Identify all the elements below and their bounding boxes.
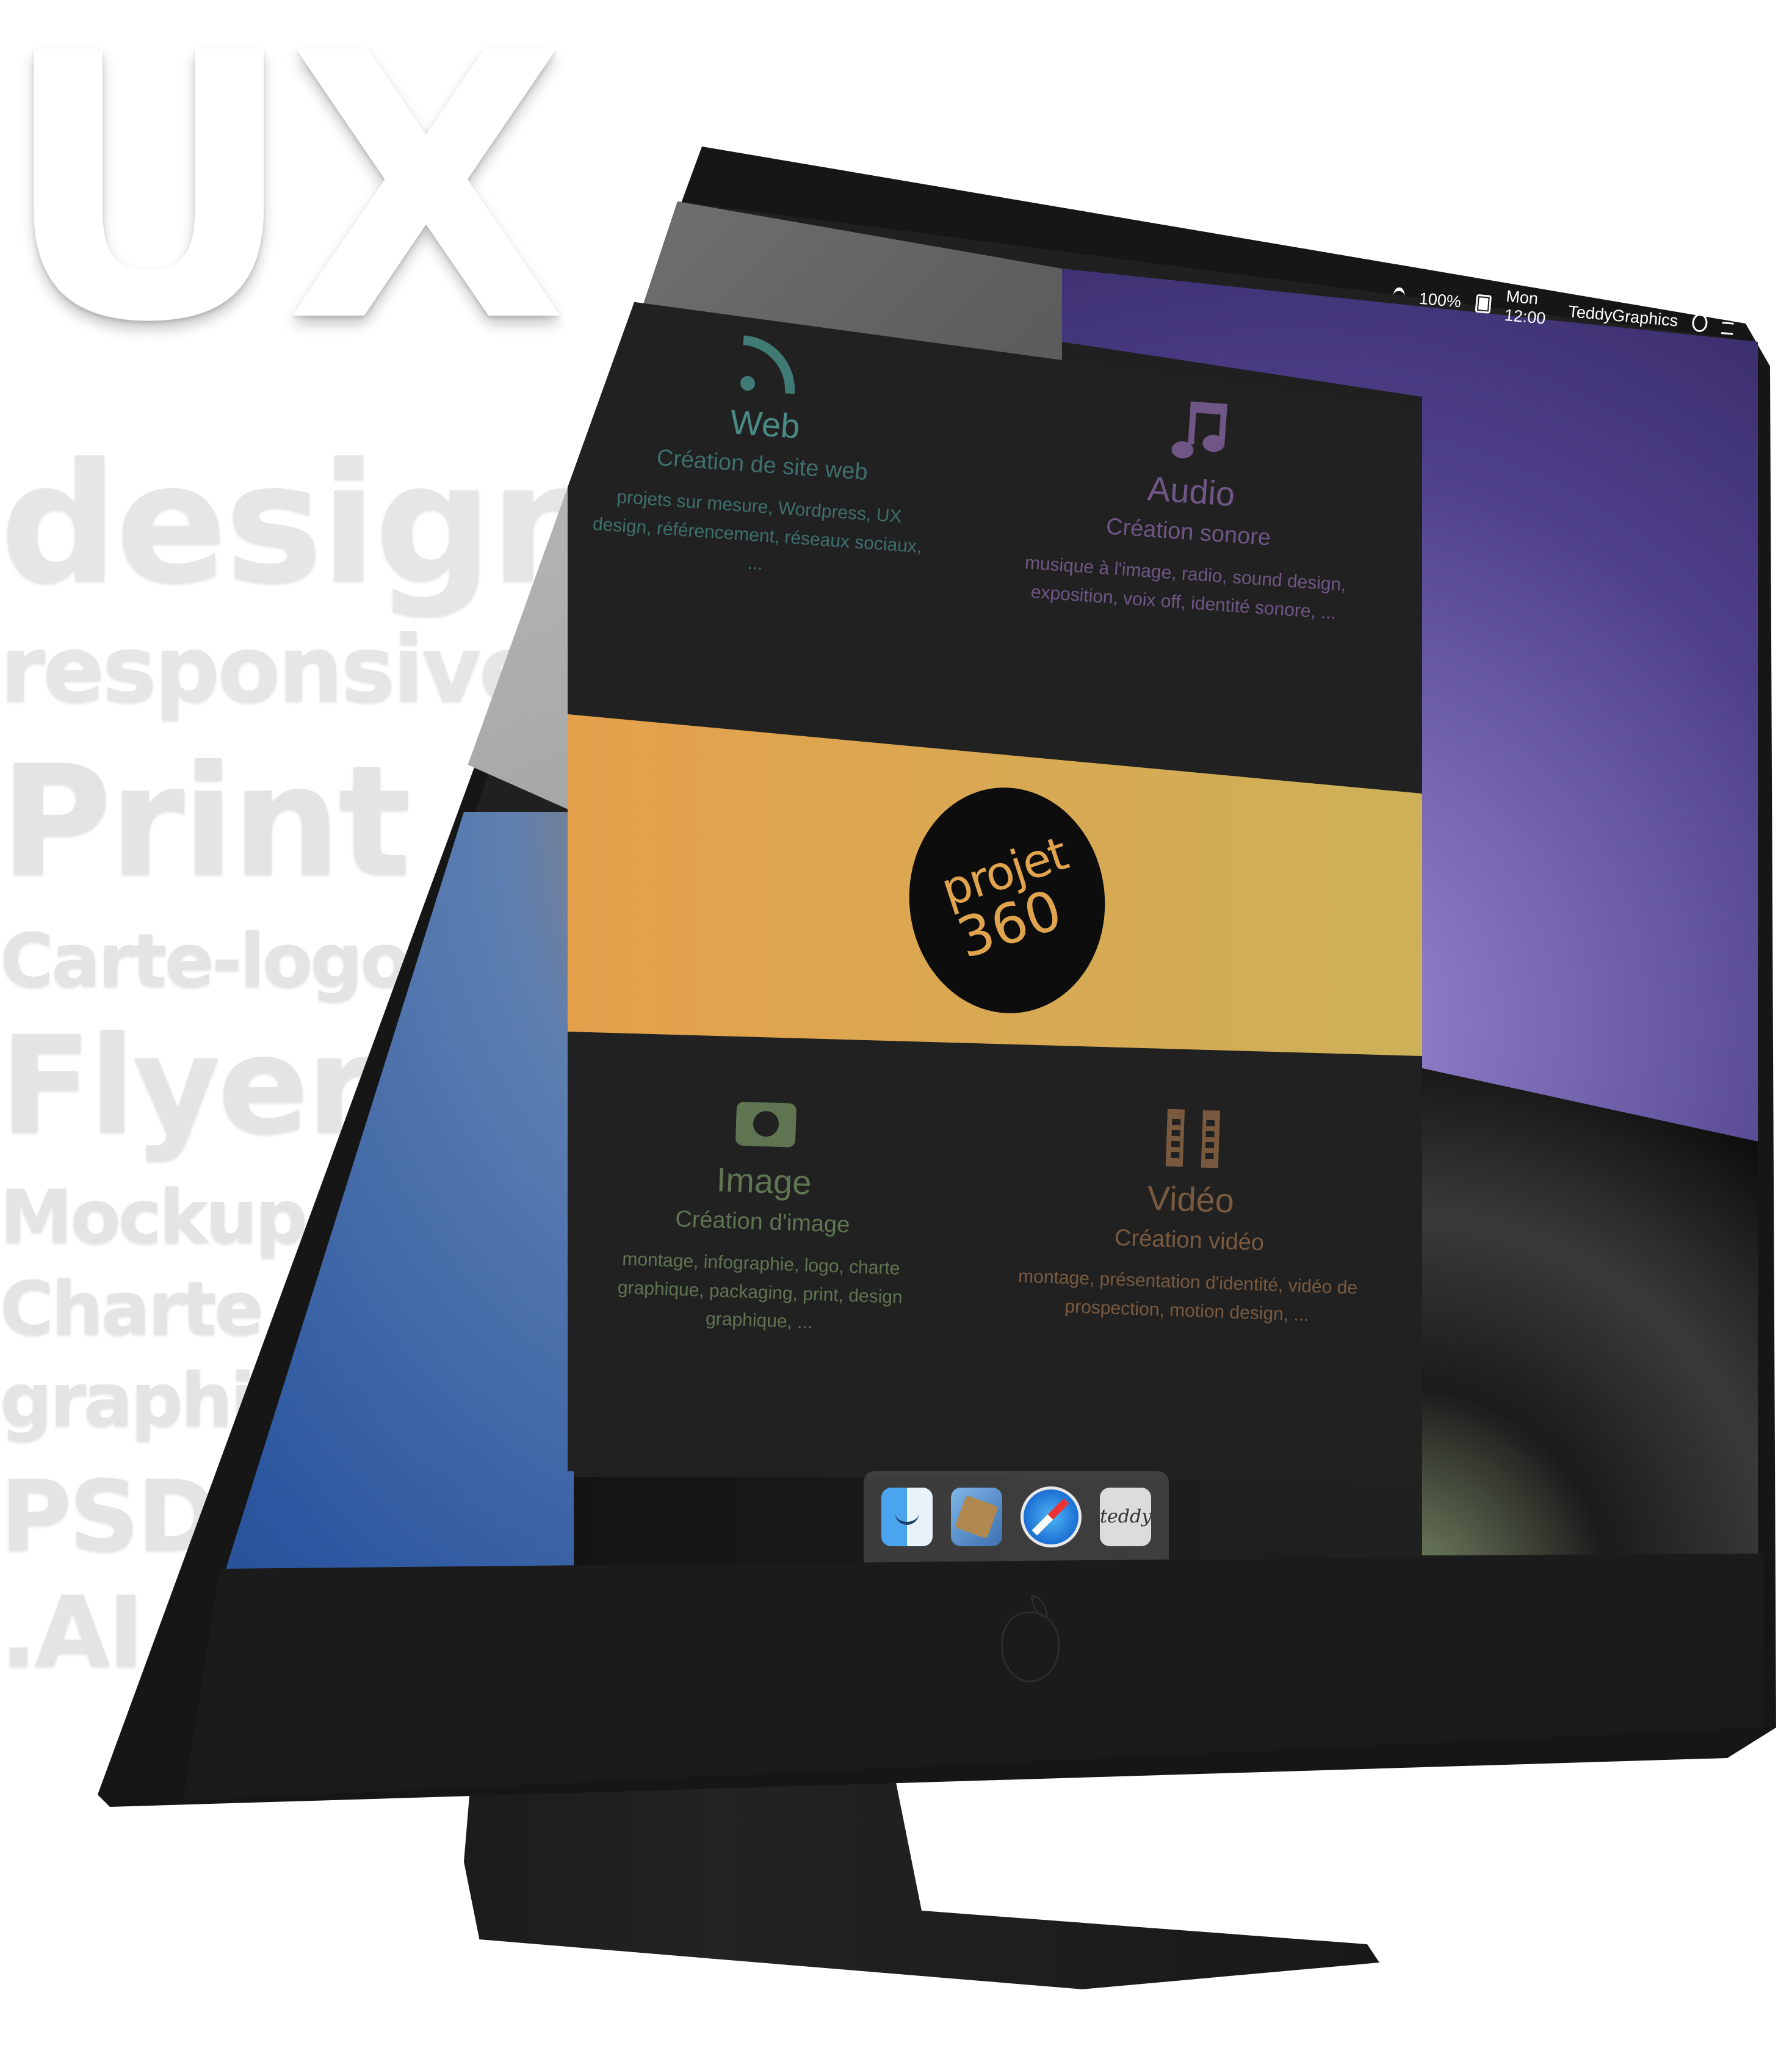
search-icon[interactable] (1691, 313, 1708, 333)
finder-icon[interactable] (881, 1488, 933, 1546)
services-window: Web Création de site web projets sur mes… (568, 293, 1422, 1483)
apple-logo-icon (1001, 1595, 1060, 1682)
service-video-title: Vidéo (1146, 1178, 1235, 1220)
camera-icon (731, 1085, 801, 1155)
projet360-logo[interactable]: projet 360 (898, 778, 1116, 1023)
dock: teddy (864, 1471, 1169, 1563)
teddy-icon[interactable]: teddy (1100, 1488, 1152, 1546)
service-image-description: montage, infographie, logo, charte graph… (617, 1249, 903, 1333)
wifi-icon[interactable] (1392, 286, 1406, 306)
word-psd: PSD (0, 1459, 218, 1573)
word-design: design (0, 427, 607, 620)
service-image-subtitle: Création d'image (674, 1206, 851, 1238)
battery-percent: 100% (1418, 289, 1462, 311)
word-carte-logo: Carte-logo (0, 919, 411, 1004)
word-ux: UX (0, 0, 568, 402)
word-print: Print (0, 733, 411, 910)
word-flyer: Flyer (0, 1007, 373, 1163)
service-image-title: Image (715, 1160, 812, 1202)
service-image[interactable]: Image Création d'image montage, infograp… (588, 1080, 938, 1341)
list-icon[interactable] (1721, 316, 1735, 335)
service-web[interactable]: Web Création de site web projets sur mes… (583, 318, 942, 590)
service-video-description: montage, présentation d'identité, vidéo … (1017, 1266, 1358, 1325)
music-note-icon (1160, 395, 1231, 466)
word-charte: Charte (0, 1267, 264, 1351)
word-responsive: responsive (0, 617, 541, 723)
word-graphi: graphi (0, 1358, 256, 1443)
mail-icon[interactable] (951, 1488, 1002, 1546)
word-ai: .AI (0, 1575, 144, 1689)
battery-icon[interactable] (1475, 294, 1492, 314)
menubar-clock[interactable]: Mon 12:00 (1504, 287, 1556, 329)
service-audio[interactable]: Audio Création sonore musique à l'image,… (1012, 385, 1368, 629)
word-mockup: Mockup (0, 1175, 308, 1260)
safari-icon[interactable] (1021, 1486, 1082, 1547)
film-icon (1158, 1104, 1227, 1173)
menubar-user[interactable]: TeddyGraphics (1567, 302, 1678, 331)
service-video-subtitle: Création vidéo (1114, 1225, 1265, 1256)
service-video[interactable]: Vidéo Création vidéo montage, présentati… (1016, 1099, 1365, 1331)
rss-icon (734, 328, 805, 399)
